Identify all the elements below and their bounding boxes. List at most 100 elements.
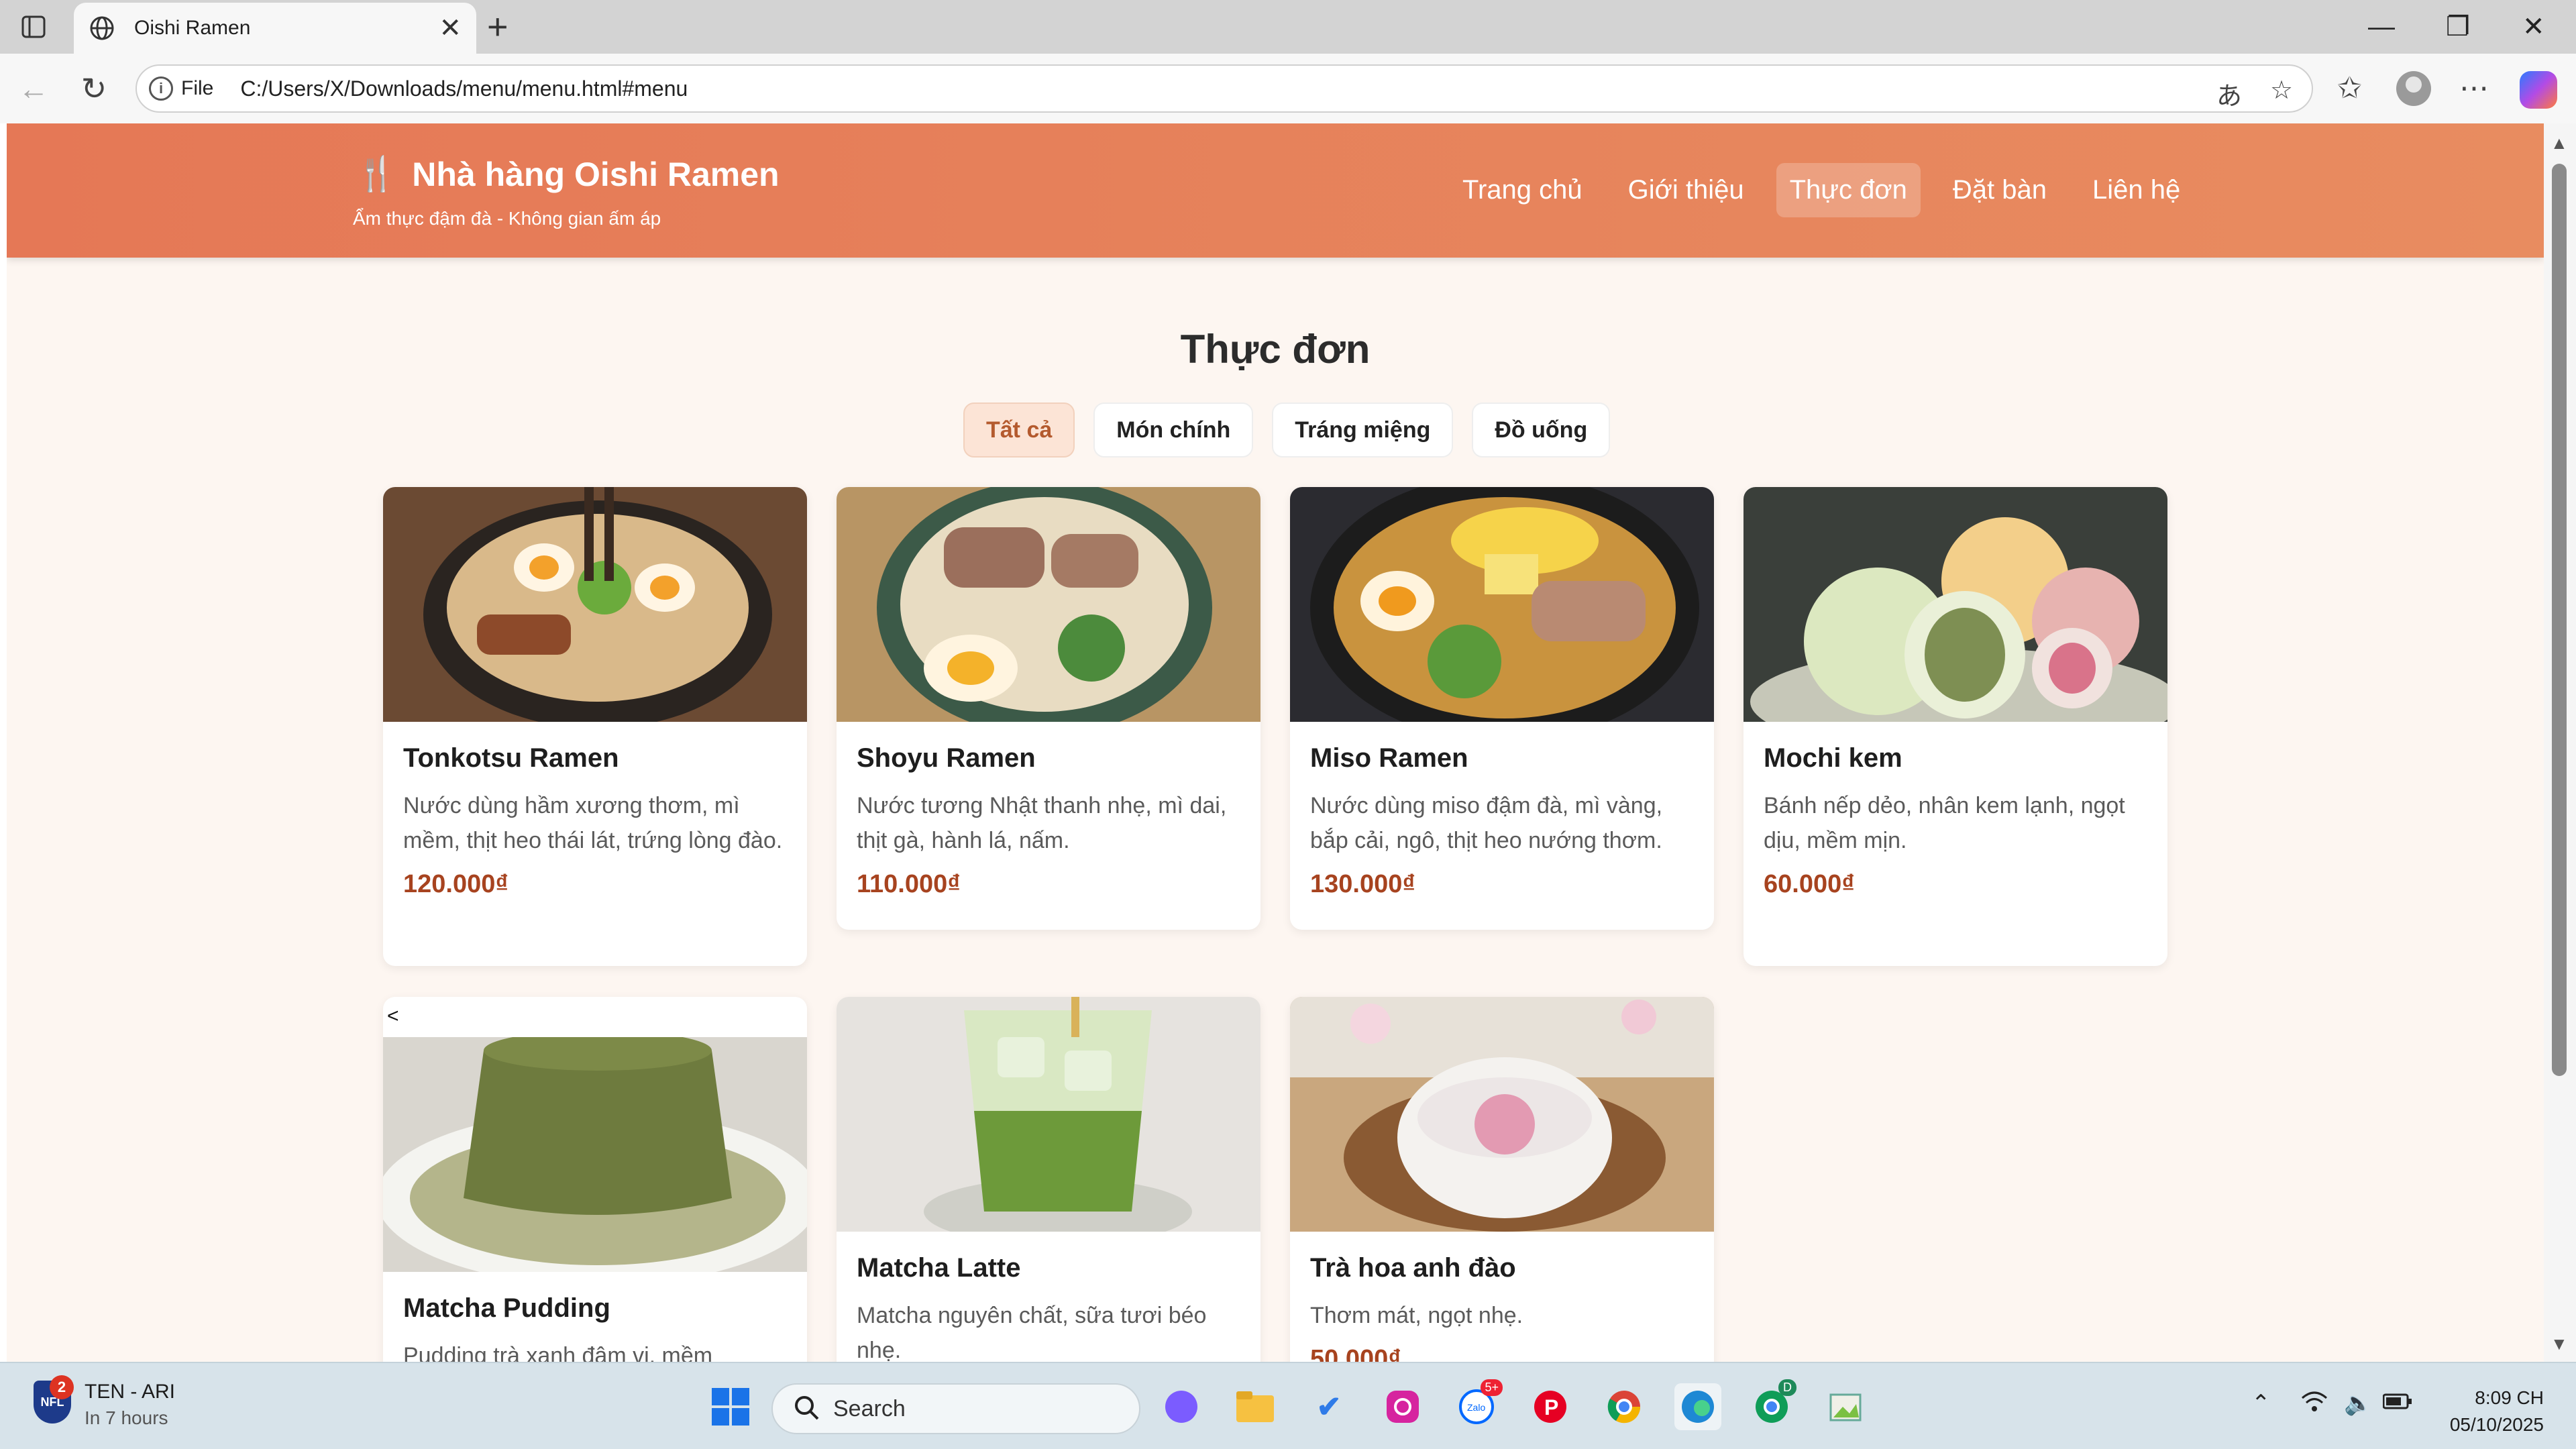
matcha-latte-photo: [837, 997, 1260, 1232]
chrome-profile-icon[interactable]: D: [1748, 1379, 1796, 1430]
brand-tagline: Ẩm thực đậm đà - Không gian ấm áp: [353, 208, 661, 229]
menu-section-title: Thực đơn: [1180, 327, 1371, 372]
battery-icon[interactable]: [2382, 1390, 2412, 1416]
sports-widget[interactable]: NFL 2 TEN - ARI In 7 hours: [34, 1375, 176, 1429]
menu-card-mochi[interactable]: Mochi kem Bánh nếp dẻo, nhân kem lạnh, n…: [1743, 487, 2167, 966]
menu-card-matcha-latte[interactable]: Matcha Latte Matcha nguyên chất, sữa tươ…: [837, 997, 1260, 1362]
nav-contact[interactable]: Liên hệ: [2079, 163, 2194, 217]
globe-icon: [87, 13, 117, 43]
brand-name: Nhà hàng Oishi Ramen: [412, 155, 780, 193]
address-toolbar: ← ↻ i File C:/Users/X/Downloads/menu/men…: [0, 54, 2576, 123]
item-price: 120.000₫: [403, 870, 508, 898]
item-name: Shoyu Ramen: [857, 743, 1036, 773]
chrome-icon[interactable]: [1601, 1383, 1648, 1430]
tonkotsu-ramen-photo: [383, 487, 807, 722]
scrollbar-thumb[interactable]: [2552, 164, 2567, 1076]
widget-title: TEN - ARI: [85, 1381, 176, 1403]
brand[interactable]: 🍴 Nhà hàng Oishi Ramen: [356, 154, 780, 194]
read-aloud-icon[interactable]: あ: [2216, 75, 2242, 112]
search-label: Search: [833, 1395, 906, 1421]
item-description: Bánh nếp dẻo, nhân kem lạnh, ngọt dịu, m…: [1764, 793, 2125, 853]
menu-card-matcha-pudding[interactable]: < Matcha Pudding Pudding trà xanh đậm vị…: [383, 997, 807, 1362]
pinterest-icon[interactable]: P: [1527, 1383, 1574, 1430]
menu-card-miso[interactable]: Miso Ramen Nước dùng miso đậm đà, mì vàn…: [1290, 487, 1714, 930]
page-viewport: 🍴 Nhà hàng Oishi Ramen Ẩm thực đậm đà - …: [7, 123, 2544, 1362]
nfl-logo-icon: NFL 2: [34, 1375, 74, 1424]
close-window-icon[interactable]: ✕: [2522, 9, 2545, 44]
nav-menu[interactable]: Thực đơn: [1776, 162, 1921, 217]
system-clock[interactable]: 8:09 CH 05/10/2025: [2423, 1385, 2544, 1438]
shoyu-ramen-photo: [837, 487, 1260, 722]
favorite-star-icon[interactable]: ☆: [2270, 75, 2293, 105]
zalo-icon[interactable]: Zalo 5+: [1453, 1379, 1503, 1430]
item-name: Trà hoa anh đào: [1310, 1253, 1516, 1283]
clock-date: 05/10/2025: [2449, 1414, 2544, 1435]
file-explorer-icon[interactable]: [1232, 1383, 1279, 1430]
item-name: Mochi kem: [1764, 743, 1902, 773]
browser-tab[interactable]: Oishi Ramen ✕: [74, 3, 476, 54]
more-menu-icon[interactable]: ⋯: [2459, 71, 2489, 106]
item-description: Pudding trà xanh đậm vị, mềm: [403, 1343, 713, 1362]
filter-main-dishes[interactable]: Món chính: [1093, 402, 1254, 458]
copilot-icon[interactable]: [2520, 71, 2557, 109]
nav-about[interactable]: Giới thiệu: [1615, 163, 1758, 217]
item-price: 50.000₫: [1310, 1345, 1401, 1362]
widget-subtitle: In 7 hours: [85, 1407, 168, 1428]
scroll-up-icon[interactable]: ▲: [2551, 133, 2568, 154]
reload-icon[interactable]: ↻: [74, 68, 114, 109]
wifi-icon[interactable]: [2301, 1390, 2328, 1419]
site-header: 🍴 Nhà hàng Oishi Ramen Ẩm thực đậm đà - …: [7, 123, 2544, 258]
item-price: 60.000₫: [1764, 870, 1855, 898]
address-bar[interactable]: i File C:/Users/X/Downloads/menu/menu.ht…: [136, 64, 2313, 113]
file-label: File: [181, 77, 214, 99]
back-icon[interactable]: ←: [13, 68, 54, 109]
close-tab-icon[interactable]: ✕: [439, 15, 462, 42]
matcha-pudding-photo: [383, 1037, 807, 1272]
menu-card-shoyu[interactable]: Shoyu Ramen Nước tương Nhật thanh nhẹ, m…: [837, 487, 1260, 930]
windows-start-icon[interactable]: [707, 1383, 754, 1430]
item-name: Tonkotsu Ramen: [403, 743, 619, 773]
main-nav: Trang chủ Giới thiệu Thực đơn Đặt bàn Li…: [1449, 161, 2212, 219]
info-icon[interactable]: i: [149, 76, 173, 101]
filter-desserts[interactable]: Tráng miệng: [1272, 402, 1454, 458]
todo-app-icon[interactable]: ✔: [1305, 1383, 1352, 1430]
fork-knife-icon: 🍴: [356, 155, 398, 193]
item-description: Matcha nguyên chất, sữa tươi béo nhẹ.: [857, 1303, 1207, 1362]
browser-tab-strip: Oishi Ramen ✕ + — ❐ ✕: [0, 0, 2576, 54]
item-name: Matcha Latte: [857, 1253, 1021, 1283]
item-name: Matcha Pudding: [403, 1293, 610, 1323]
filter-all[interactable]: Tất cả: [963, 402, 1075, 458]
item-description: Nước tương Nhật thanh nhẹ, mì dai, thịt …: [857, 793, 1227, 853]
image-app-icon[interactable]: [1822, 1383, 1869, 1430]
minimize-icon[interactable]: —: [2368, 9, 2395, 44]
sakura-tea-photo: [1290, 997, 1714, 1232]
item-price: 110.000₫: [857, 870, 961, 898]
item-name: Miso Ramen: [1310, 743, 1468, 773]
page-scrollbar[interactable]: ▲ ▼: [2544, 123, 2576, 1362]
tab-title: Oishi Ramen: [134, 17, 251, 39]
volume-icon[interactable]: 🔈: [2344, 1390, 2372, 1417]
nav-booking[interactable]: Đặt bàn: [1939, 163, 2060, 217]
favorites-icon[interactable]: ✩: [2337, 71, 2362, 106]
instagram-icon[interactable]: [1379, 1383, 1426, 1430]
menu-card-tonkotsu[interactable]: Tonkotsu Ramen Nước dùng hầm xương thơm,…: [383, 487, 807, 966]
edge-icon[interactable]: [1674, 1383, 1721, 1430]
url-text[interactable]: C:/Users/X/Downloads/menu/menu.html#menu: [240, 76, 688, 101]
tray-chevron-icon[interactable]: ⌃: [2251, 1390, 2271, 1417]
taskbar-search[interactable]: Search: [771, 1383, 1140, 1434]
copilot-app-icon[interactable]: [1158, 1383, 1205, 1430]
restore-icon[interactable]: ❐: [2446, 9, 2470, 44]
miso-ramen-photo: [1290, 487, 1714, 722]
svg-text:P: P: [1544, 1395, 1558, 1419]
item-price: 130.000₫: [1310, 870, 1415, 898]
item-description: Nước dùng hầm xương thơm, mì mềm, thịt h…: [403, 793, 783, 853]
notification-badge: 2: [50, 1375, 74, 1399]
tab-actions-icon[interactable]: [13, 13, 54, 40]
profile-avatar[interactable]: [2396, 71, 2431, 106]
menu-filters: Tất cả Món chính Tráng miệng Đồ uống: [963, 402, 1629, 458]
filter-drinks[interactable]: Đồ uống: [1472, 402, 1611, 458]
new-tab-icon[interactable]: +: [487, 9, 508, 45]
scroll-down-icon[interactable]: ▼: [2551, 1334, 2568, 1354]
nav-home[interactable]: Trang chủ: [1449, 163, 1596, 217]
menu-card-sakura-tea[interactable]: Trà hoa anh đào Thơm mát, ngọt nhẹ. 50.0…: [1290, 997, 1714, 1362]
